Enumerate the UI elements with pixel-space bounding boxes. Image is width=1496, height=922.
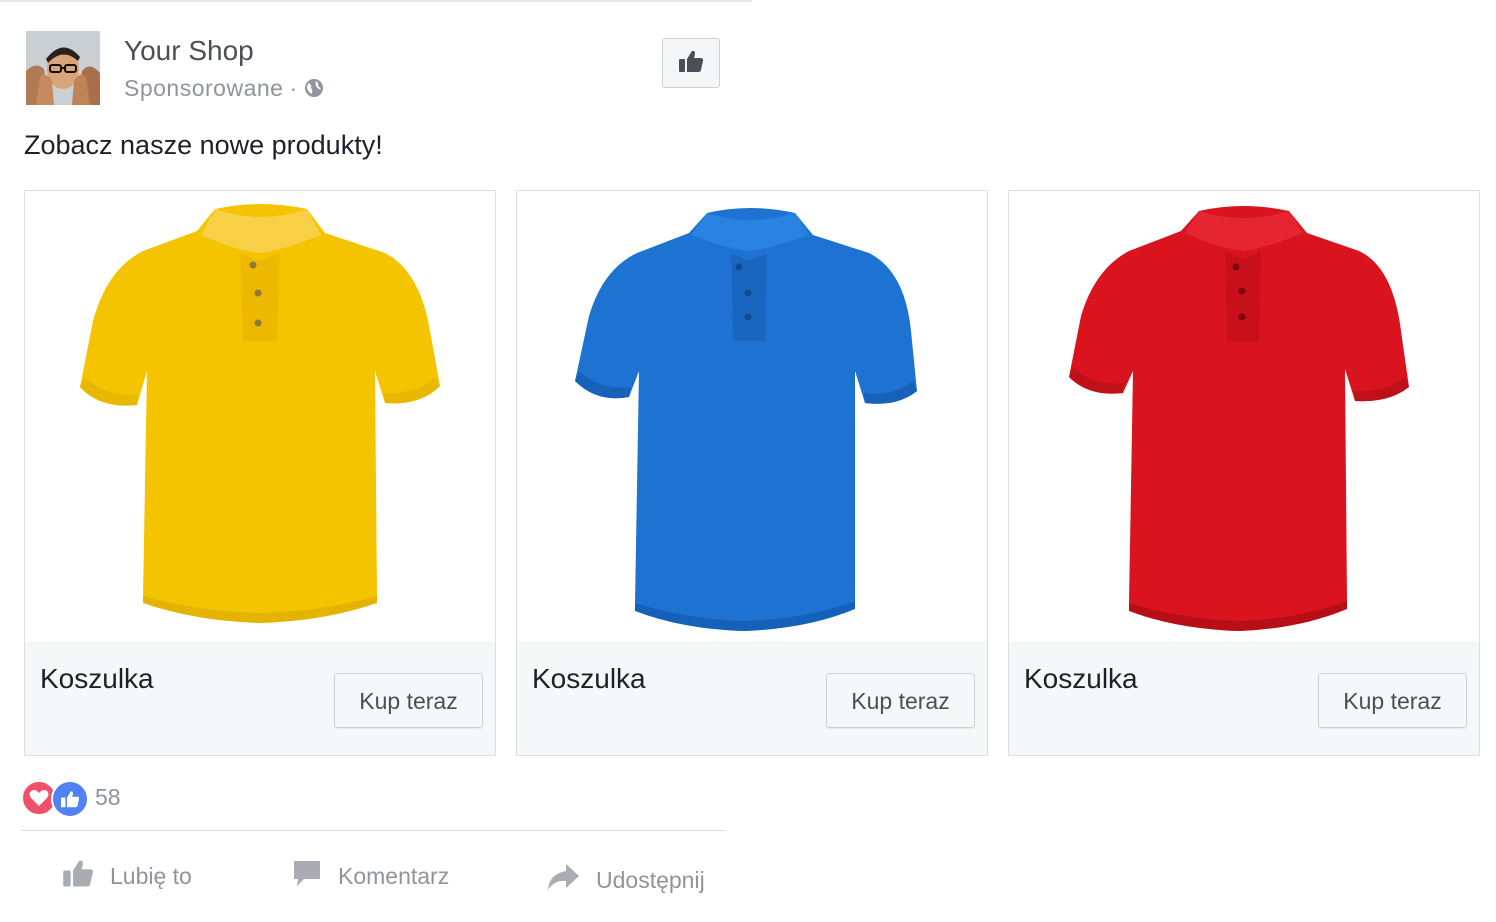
- post-header: Your Shop Sponsorowane ·: [26, 31, 726, 107]
- product-card-footer: Koszulka Kup teraz: [517, 641, 987, 755]
- product-title: Koszulka: [1024, 663, 1138, 694]
- polo-shirt-yellow: [80, 204, 440, 623]
- avatar-photo: [26, 31, 100, 105]
- share-icon: [546, 862, 580, 898]
- thumbs-up-icon: [62, 858, 94, 894]
- buy-now-button[interactable]: Kup teraz: [826, 673, 975, 728]
- product-card-footer: Koszulka Kup teraz: [25, 641, 495, 755]
- comment-icon: [292, 858, 322, 894]
- post-message: Zobacz nasze nowe produkty!: [24, 130, 383, 160]
- top-divider: [0, 0, 752, 2]
- reaction-count[interactable]: 58: [95, 784, 121, 811]
- share-label: Udostępnij: [596, 866, 705, 893]
- sponsored-label[interactable]: Sponsorowane: [124, 75, 283, 101]
- actions-divider: [21, 830, 726, 831]
- reactions-summary[interactable]: 58: [21, 778, 421, 818]
- like-label: Lubię to: [110, 862, 192, 889]
- product-image-blue-polo[interactable]: [517, 191, 987, 641]
- comment-button[interactable]: Komentarz: [292, 846, 449, 906]
- post-meta: Sponsorowane ·: [124, 75, 324, 104]
- like-button[interactable]: Lubię to: [62, 846, 192, 906]
- meta-separator: ·: [289, 75, 298, 101]
- like-reaction-icon: [51, 780, 89, 818]
- product-image-red-polo[interactable]: [1009, 191, 1479, 641]
- page-name[interactable]: Your Shop: [124, 35, 254, 67]
- product-carousel: Koszulka Kup teraz Koszulka Kup teraz Ko…: [24, 190, 1482, 758]
- product-image-yellow-polo[interactable]: [25, 191, 495, 641]
- thumbs-up-icon: [678, 49, 704, 78]
- buy-now-button[interactable]: Kup teraz: [1318, 673, 1467, 728]
- post-actions: Lubię to Komentarz Udostępnij: [0, 846, 752, 906]
- product-card[interactable]: Koszulka Kup teraz: [24, 190, 496, 756]
- page-avatar[interactable]: [26, 31, 100, 105]
- buy-now-button[interactable]: Kup teraz: [334, 673, 483, 728]
- product-card[interactable]: Koszulka Kup teraz: [1008, 190, 1480, 756]
- globe-icon: [304, 77, 324, 104]
- product-card-footer: Koszulka Kup teraz: [1009, 641, 1479, 755]
- like-page-button[interactable]: [662, 38, 720, 88]
- product-title: Koszulka: [532, 663, 646, 694]
- comment-label: Komentarz: [338, 862, 450, 889]
- product-card[interactable]: Koszulka Kup teraz: [516, 190, 988, 756]
- product-title: Koszulka: [40, 663, 154, 694]
- share-button[interactable]: Udostępnij: [546, 850, 705, 910]
